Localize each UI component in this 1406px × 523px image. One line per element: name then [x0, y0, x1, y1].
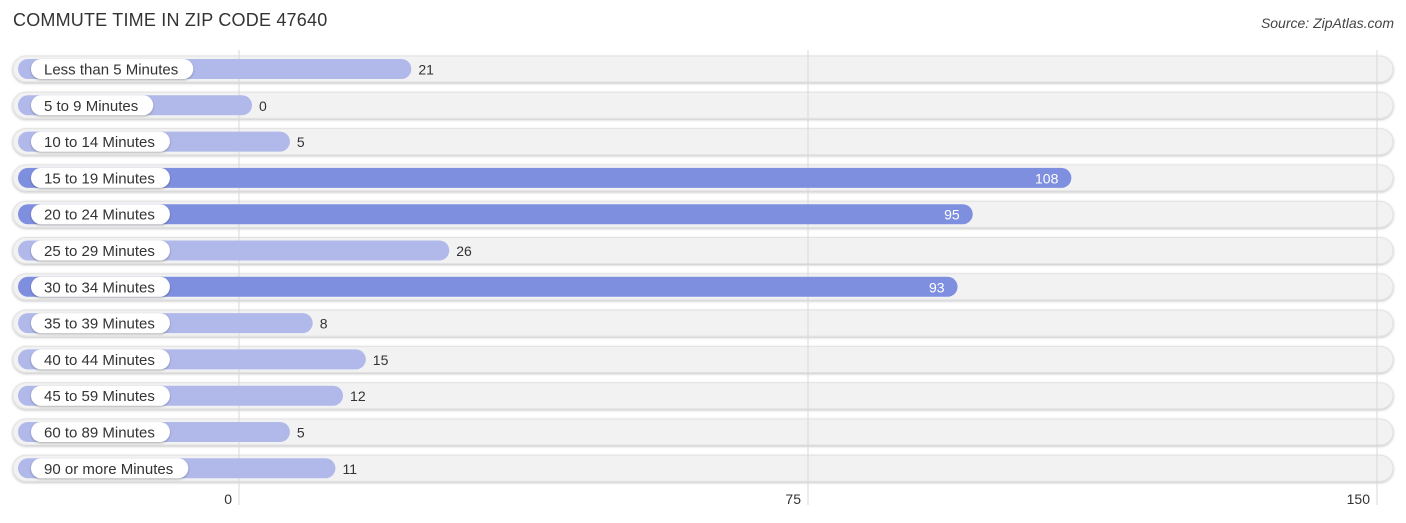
- bar-row: 15 to 19 Minutes 108: [18, 167, 1072, 188]
- category-label: 5 to 9 Minutes: [44, 98, 138, 115]
- value-label: 12: [350, 388, 366, 404]
- x-tick-label: 75: [785, 491, 801, 507]
- value-label: 95: [944, 207, 960, 223]
- value-label: 5: [297, 425, 305, 441]
- bar-chart: Less than 5 Minutes 21 5 to 9 Minutes 0 10 t…: [12, 50, 1394, 507]
- bar-row: Less than 5 Minutes 21: [18, 59, 434, 79]
- value-label: 0: [259, 98, 267, 114]
- bar-row: 40 to 44 Minutes 15: [18, 349, 389, 370]
- category-label: 25 to 29 Minutes: [44, 243, 155, 260]
- bar-row: 90 or more Minutes 11: [18, 458, 357, 479]
- bar-row: 35 to 39 Minutes 8: [18, 313, 328, 334]
- category-label: 35 to 39 Minutes: [44, 316, 155, 333]
- bar-row: 25 to 29 Minutes 26: [18, 240, 472, 261]
- bar: [18, 167, 1072, 188]
- bar-row: 20 to 24 Minutes 95: [18, 204, 973, 225]
- category-label: 30 to 34 Minutes: [44, 279, 155, 296]
- value-label: 11: [342, 461, 357, 477]
- value-label: 93: [929, 279, 945, 295]
- value-label: 8: [320, 316, 328, 332]
- x-tick-label: 0: [224, 491, 232, 507]
- bar-row: 30 to 34 Minutes 93: [18, 276, 958, 297]
- category-label: Less than 5 Minutes: [44, 62, 178, 79]
- bar-row: 45 to 59 Minutes 12: [18, 385, 366, 406]
- value-label: 5: [297, 134, 305, 150]
- category-label: 90 or more Minutes: [44, 461, 173, 478]
- category-label: 15 to 19 Minutes: [44, 170, 155, 187]
- value-label: 26: [456, 243, 472, 259]
- category-label: 60 to 89 Minutes: [44, 425, 155, 442]
- bar-row: 60 to 89 Minutes 5: [18, 422, 305, 442]
- bar-row: 10 to 14 Minutes 5: [18, 131, 305, 152]
- value-label: 108: [1035, 170, 1059, 186]
- category-label: 45 to 59 Minutes: [44, 388, 155, 405]
- value-label: 21: [418, 62, 434, 78]
- category-label: 10 to 14 Minutes: [44, 134, 155, 151]
- bar-row: 5 to 9 Minutes 0: [18, 95, 267, 116]
- category-label: 20 to 24 Minutes: [44, 207, 155, 224]
- x-tick-label: 150: [1347, 491, 1371, 507]
- category-label: 40 to 44 Minutes: [44, 352, 155, 369]
- value-label: 15: [373, 352, 389, 368]
